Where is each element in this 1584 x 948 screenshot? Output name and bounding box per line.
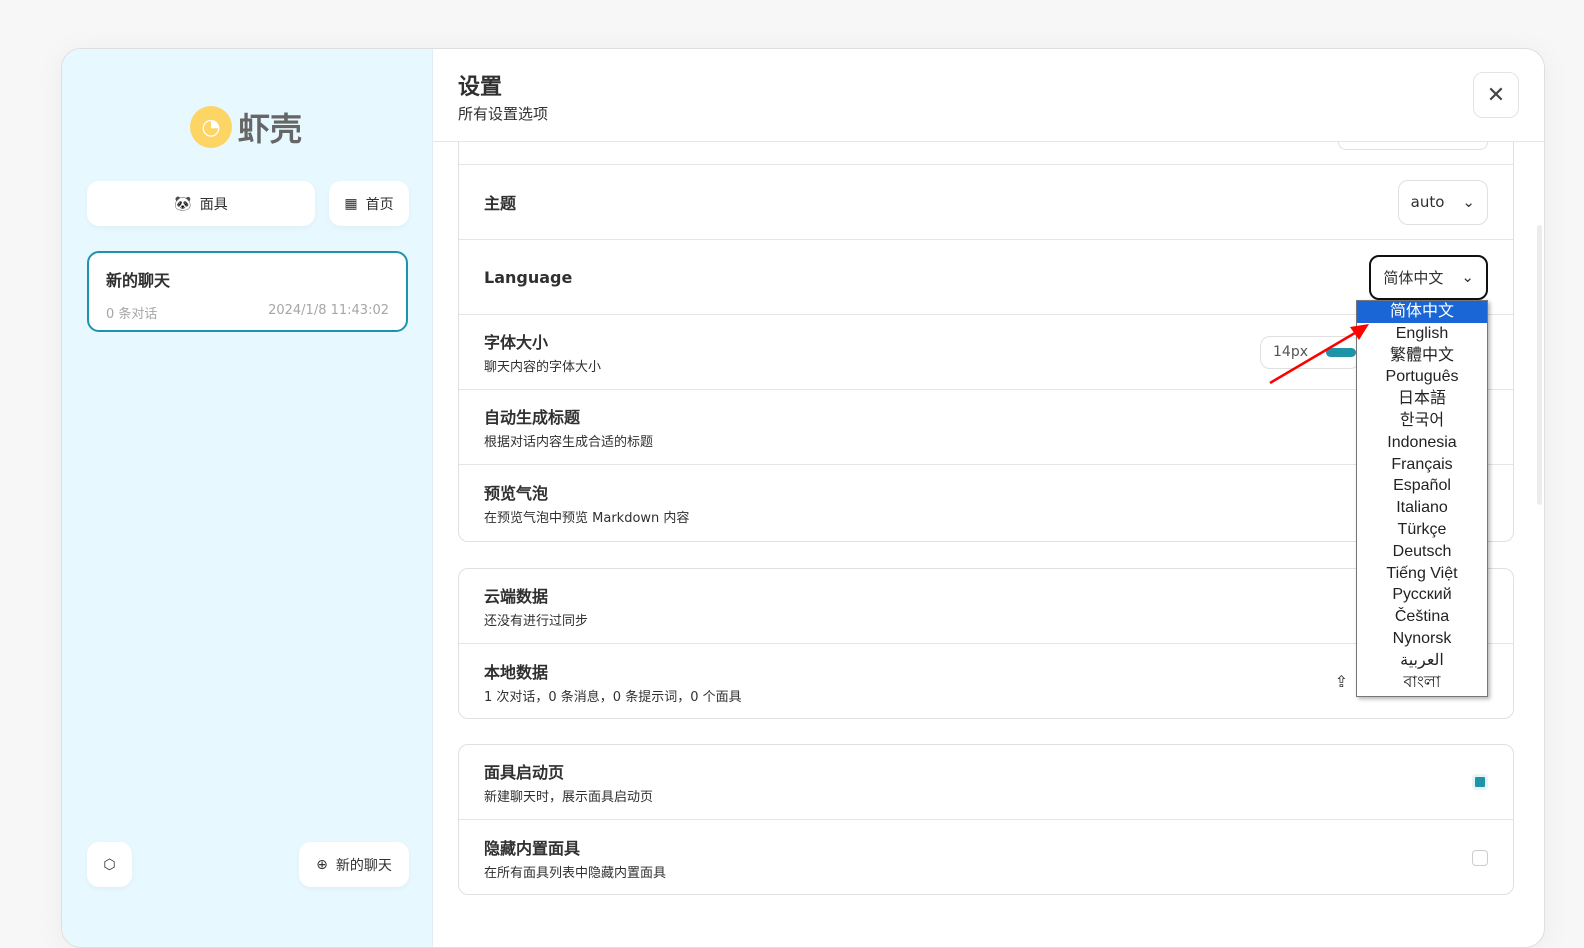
annotation-arrow (1269, 324, 1369, 385)
